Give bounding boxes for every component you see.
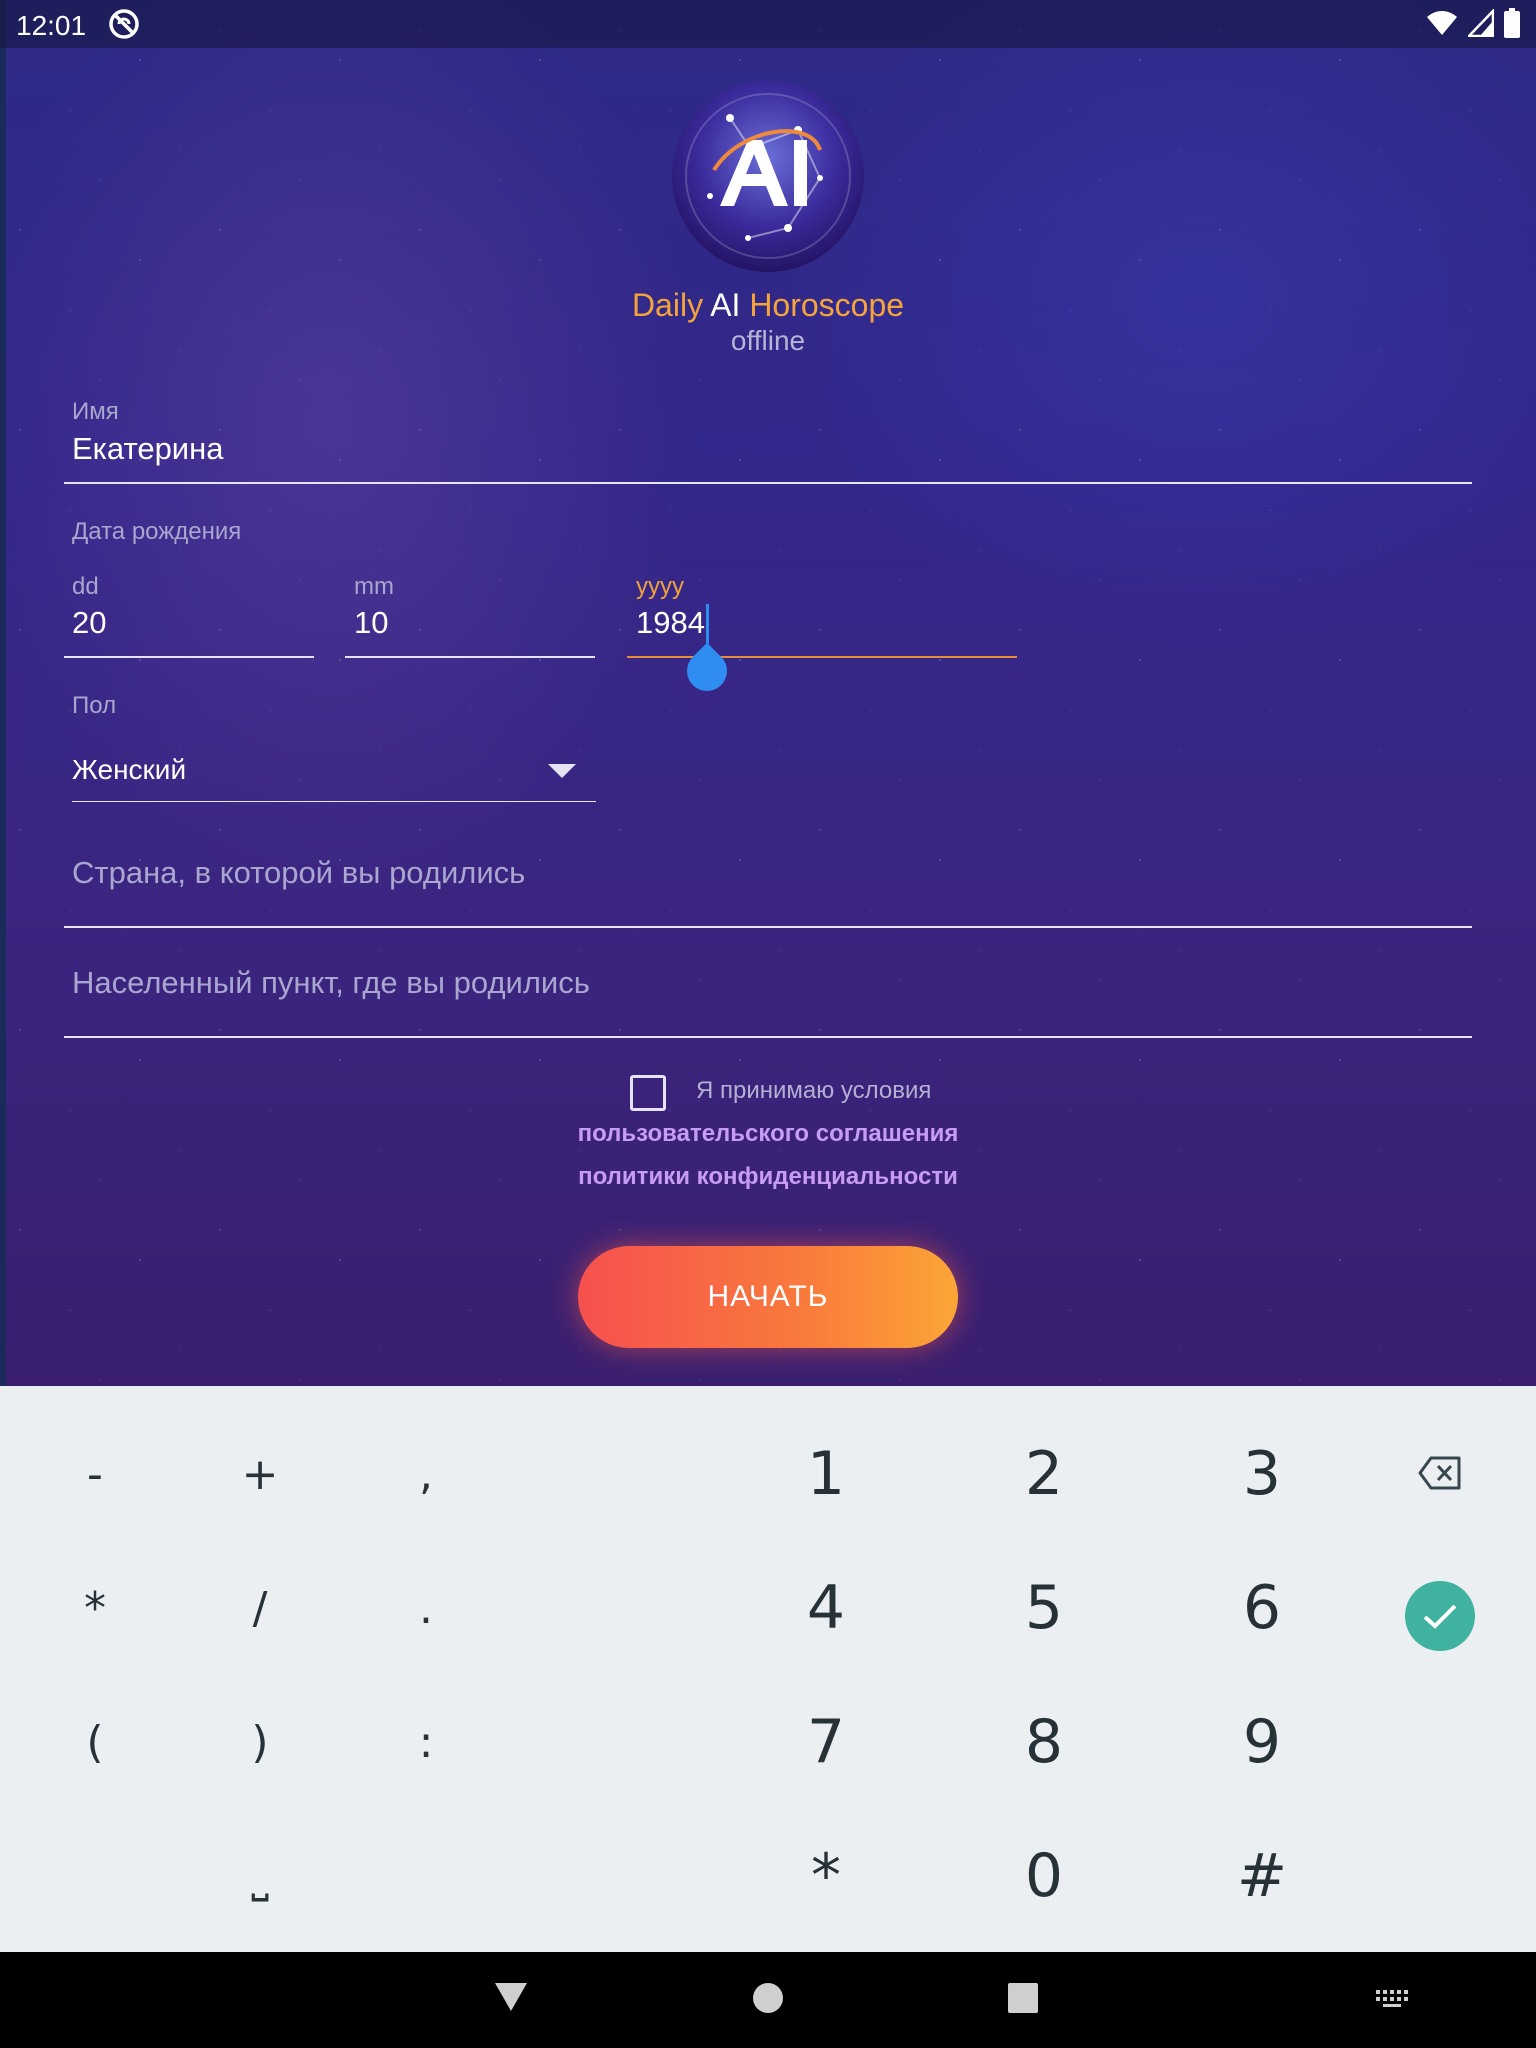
country-input[interactable]: Страна, в которой вы родились: [72, 855, 525, 891]
status-icons: [1426, 8, 1520, 38]
keyboard-switch-icon[interactable]: [1376, 1990, 1410, 2008]
recents-icon[interactable]: [1008, 1983, 1038, 2013]
day-label: dd: [72, 573, 99, 600]
app-subtitle: offline: [730, 325, 806, 356]
terms-text: Я принимаю условия: [696, 1077, 932, 1104]
key-4[interactable]: 4: [766, 1558, 886, 1658]
name-input[interactable]: Екатерина: [72, 431, 224, 467]
key-5[interactable]: 5: [984, 1558, 1104, 1658]
year-label: yyyy: [636, 573, 684, 600]
status-time: 12:01: [16, 10, 87, 41]
key-8[interactable]: 8: [984, 1692, 1104, 1792]
app-background: Daily AI Horoscope offline Имя Екатерина…: [0, 0, 1536, 1386]
key-asterisk-symbol[interactable]: *: [35, 1558, 155, 1658]
month-label: mm: [354, 573, 394, 600]
key-6[interactable]: 6: [1202, 1558, 1322, 1658]
gender-label: Пол: [72, 692, 117, 719]
navigation-bar: [0, 1952, 1536, 2048]
month-underline: [345, 656, 595, 658]
key-asterisk[interactable]: *: [766, 1826, 886, 1926]
key-3[interactable]: 3: [1202, 1424, 1322, 1524]
key-9[interactable]: 9: [1202, 1692, 1322, 1792]
key-hash[interactable]: #: [1202, 1826, 1322, 1926]
key-open-paren[interactable]: (: [35, 1692, 155, 1792]
app-logo: [672, 80, 864, 272]
app-title-horoscope: Horoscope: [749, 287, 905, 323]
key-colon[interactable]: :: [366, 1692, 486, 1792]
battery-icon: [1504, 8, 1520, 38]
name-label: Имя: [72, 398, 119, 425]
country-underline: [64, 926, 1472, 928]
year-input[interactable]: 1984: [636, 605, 705, 641]
key-1[interactable]: 1: [766, 1424, 886, 1524]
chevron-down-icon[interactable]: [548, 764, 576, 778]
key-slash[interactable]: /: [200, 1558, 320, 1658]
app-title: Daily AI Horoscope: [0, 287, 1536, 324]
key-close-paren[interactable]: ): [200, 1692, 320, 1792]
key-2[interactable]: 2: [984, 1424, 1104, 1524]
gender-select[interactable]: Женский: [72, 754, 186, 786]
wifi-icon: [1427, 11, 1457, 35]
key-space[interactable]: ⎵: [200, 1826, 320, 1926]
city-input[interactable]: Населенный пункт, где вы родились: [72, 965, 590, 1001]
name-underline: [64, 482, 1472, 484]
year-underline: [627, 656, 1017, 658]
app-title-ai: AI: [710, 287, 741, 323]
app-title-daily: Daily: [631, 287, 704, 323]
birth-date-label: Дата рождения: [72, 518, 242, 545]
month-input[interactable]: 10: [354, 605, 388, 641]
key-7[interactable]: 7: [766, 1692, 886, 1792]
back-icon[interactable]: [494, 1982, 528, 2012]
key-plus[interactable]: +: [200, 1424, 320, 1524]
key-0[interactable]: 0: [984, 1826, 1104, 1926]
check-icon: [1423, 1604, 1457, 1629]
sync-off-icon: [109, 9, 139, 39]
done-button[interactable]: [1405, 1581, 1475, 1651]
status-bar: 12:01: [0, 0, 1536, 48]
text-cursor: [706, 604, 709, 644]
backspace-icon[interactable]: [1418, 1456, 1462, 1490]
privacy-policy-link[interactable]: политики конфиденциальности: [0, 1163, 1536, 1191]
gender-underline: [72, 801, 596, 802]
user-agreement-link[interactable]: пользовательского соглашения: [0, 1120, 1536, 1148]
key-minus[interactable]: -: [35, 1424, 155, 1524]
cellular-signal-icon: [1468, 9, 1494, 37]
terms-checkbox[interactable]: [630, 1075, 666, 1111]
key-comma[interactable]: ,: [366, 1424, 486, 1524]
city-underline: [64, 1036, 1472, 1038]
start-button[interactable]: НАЧАТЬ: [578, 1246, 958, 1348]
day-input[interactable]: 20: [72, 605, 106, 641]
key-period[interactable]: .: [366, 1558, 486, 1658]
home-icon[interactable]: [752, 1982, 784, 2014]
day-underline: [64, 656, 314, 658]
